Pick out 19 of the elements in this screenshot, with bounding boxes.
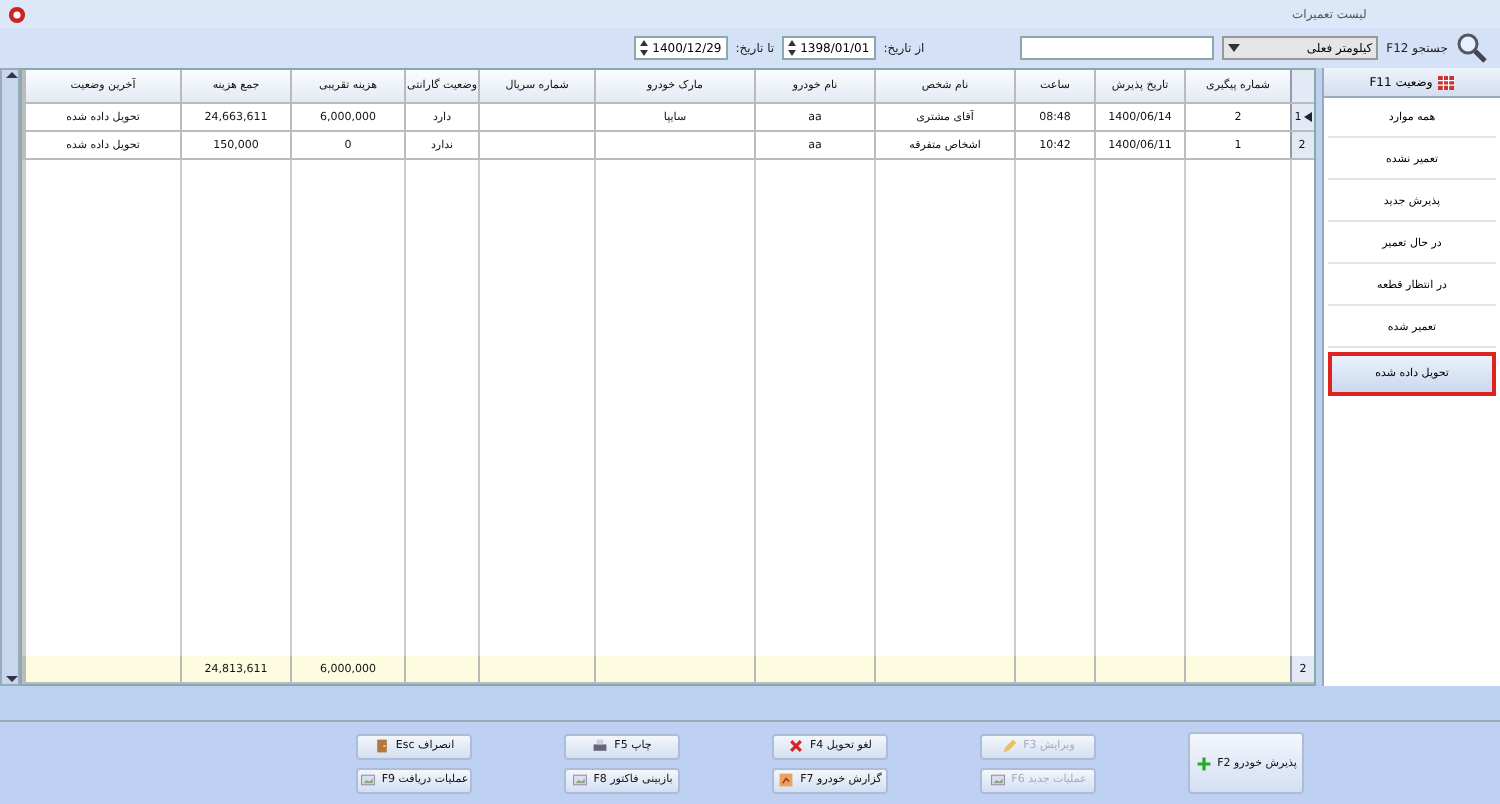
app-icon (8, 5, 26, 23)
search-field[interactable] (1020, 36, 1215, 60)
door-icon (373, 738, 390, 754)
grid-icon (1438, 75, 1455, 89)
cross-icon (788, 738, 805, 754)
plus-icon (1195, 755, 1212, 771)
image-icon (571, 772, 588, 788)
caret-icon (1228, 42, 1241, 54)
scrollbar[interactable] (0, 68, 20, 686)
printer-icon (592, 738, 609, 754)
image-icon (359, 772, 376, 788)
report-icon (778, 772, 795, 788)
current-row-icon (1303, 112, 1312, 122)
pencil-icon (1001, 738, 1018, 754)
scroll-down-icon (6, 672, 18, 684)
spinner-icon (788, 40, 797, 56)
image-icon (989, 772, 1006, 788)
search-icon[interactable] (1456, 32, 1488, 64)
spinner-icon (640, 40, 649, 56)
